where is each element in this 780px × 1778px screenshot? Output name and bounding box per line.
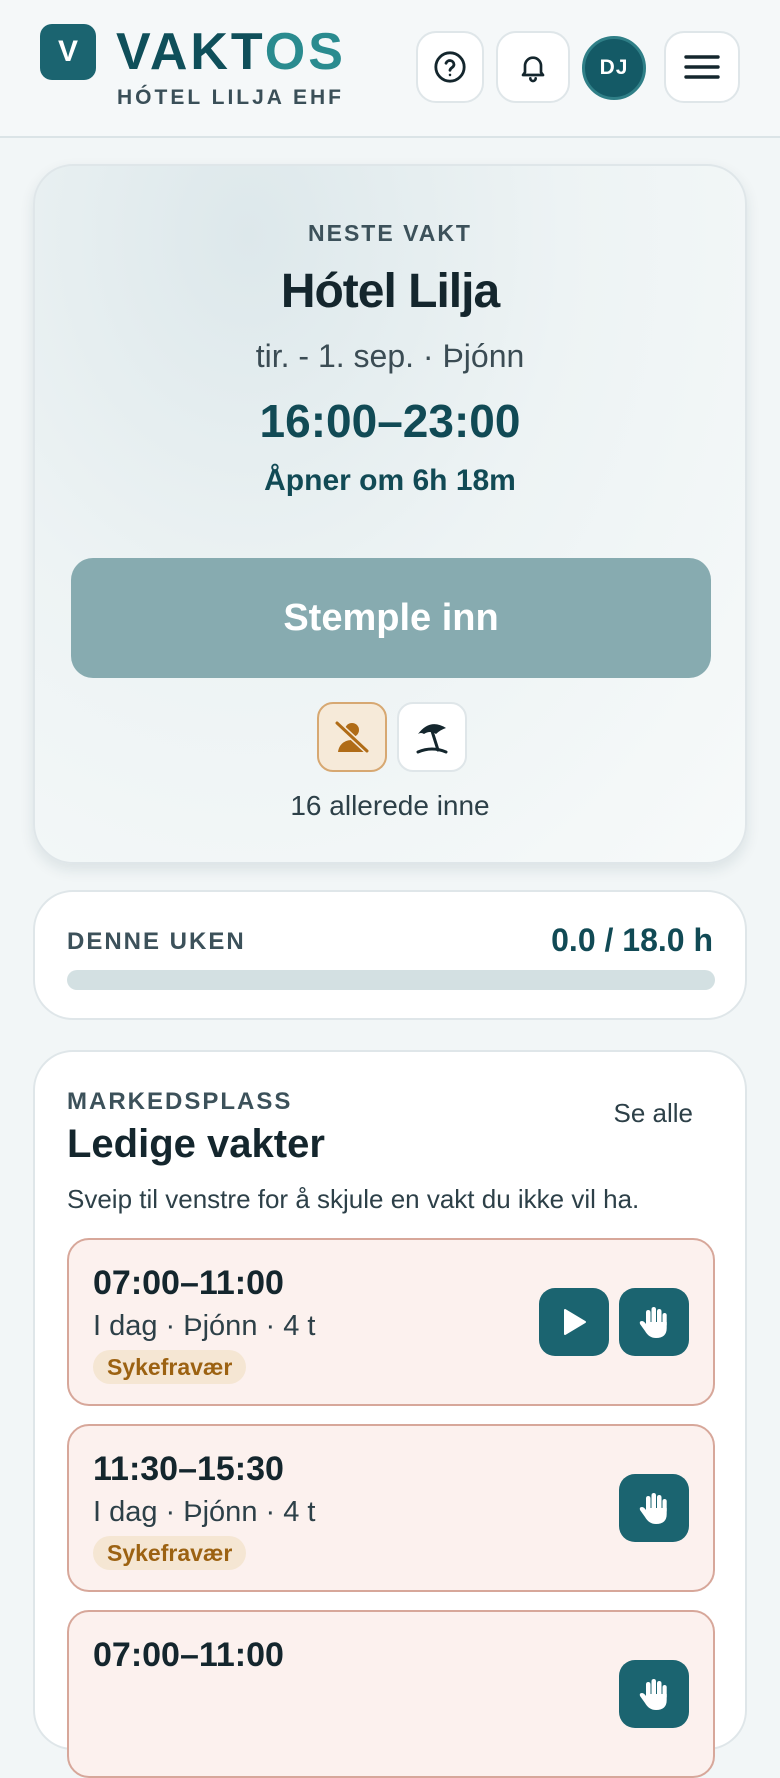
shift-reason-badge: Sykefravær [93,1536,247,1570]
vacation-button[interactable] [397,702,467,772]
brand-name-accent: OS [264,23,346,81]
next-shift-countdown: Åpner om 6h 18m [264,464,516,497]
beach-umbrella-icon [416,724,448,754]
notifications-button[interactable] [496,31,570,103]
week-hours-value: 0.0 / 18.0 h [551,922,713,958]
open-shift-item[interactable]: 07:00–11:00 I dag · Þjónn · 4 t Sykefrav… [67,1238,715,1406]
clock-in-button[interactable]: Stemple inn [71,558,711,678]
person-off-icon [334,720,370,754]
menu-button[interactable] [664,31,740,103]
shift-time: 07:00–11:00 [93,1636,284,1674]
open-shift-item[interactable]: 11:30–15:30 I dag · Þjónn · 4 t Sykefrav… [67,1424,715,1592]
organization-name: HÓTEL LILJA EHF [117,86,345,109]
next-shift-venue: Hótel Lilja [280,265,500,318]
logo-mark: V [40,24,96,80]
week-progress-bar [67,970,715,990]
claim-shift-button[interactable] [619,1474,689,1542]
brand-name-main: VAKT [116,23,265,81]
next-shift-card: NESTE VAKT Hótel Lilja tir. - 1. sep. · … [33,164,747,864]
preview-shift-button[interactable] [539,1288,609,1356]
absence-toggle-button[interactable] [317,702,387,772]
already-in-count: 16 allerede inne [290,790,490,821]
raised-hand-icon [639,1493,667,1524]
claim-shift-button[interactable] [619,1288,689,1356]
play-icon [564,1309,586,1335]
help-button[interactable] [416,31,484,103]
app-header: V VAKTOS HÓTEL LILJA EHF DJ [0,0,780,138]
week-label: DENNE UKEN [67,928,246,955]
week-hours-card: DENNE UKEN 0.0 / 18.0 h [33,890,747,1020]
next-shift-eyebrow: NESTE VAKT [308,220,472,246]
marketplace-title: Ledige vakter [67,1122,325,1166]
shift-reason-badge: Sykefravær [93,1350,247,1384]
raised-hand-icon [639,1679,667,1710]
help-icon [434,51,466,83]
shift-time: 11:30–15:30 [93,1450,284,1488]
shift-meta: I dag · Þjónn · 4 t [93,1496,316,1528]
bell-icon [521,56,545,83]
shift-time: 07:00–11:00 [93,1264,284,1302]
raised-hand-icon [639,1307,667,1338]
shift-meta: I dag · Þjónn · 4 t [93,1310,316,1342]
marketplace-hint: Sveip til venstre for å skjule en vakt d… [67,1184,640,1214]
claim-shift-button[interactable] [619,1660,689,1728]
open-shift-item[interactable]: 07:00–11:00 [67,1610,715,1778]
next-shift-meta: tir. - 1. sep. · Þjónn [255,338,525,374]
user-avatar[interactable]: DJ [582,36,646,100]
next-shift-time: 16:00–23:00 [259,395,521,447]
see-all-link[interactable]: Se alle [614,1098,694,1129]
marketplace-card: MARKEDSPLASS Ledige vakter Se alle Sveip… [33,1050,747,1778]
marketplace-eyebrow: MARKEDSPLASS [67,1088,293,1115]
menu-icon [684,55,720,79]
brand-name: VAKTOS [116,24,346,80]
